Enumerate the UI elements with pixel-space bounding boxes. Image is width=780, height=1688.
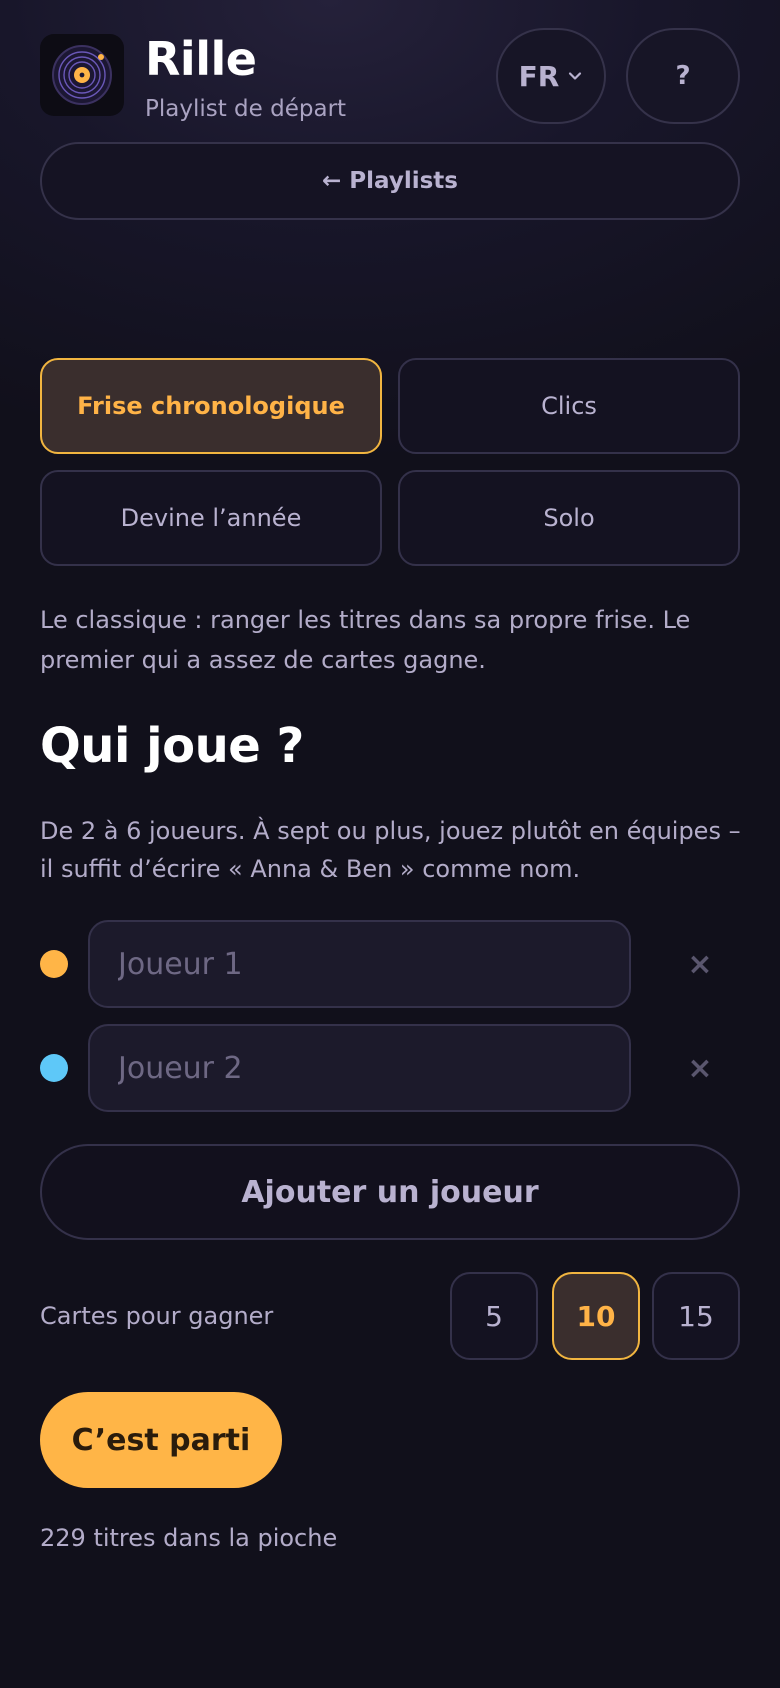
- cards-option-15[interactable]: 15: [652, 1272, 740, 1360]
- remove-player-button[interactable]: ×: [680, 944, 720, 984]
- vinyl-record-icon: [40, 34, 124, 116]
- remove-player-button[interactable]: ×: [680, 1048, 720, 1088]
- players-description: De 2 à 6 joueurs. À sept ou plus, jouez …: [40, 817, 741, 883]
- add-player-button[interactable]: Ajouter un joueur: [40, 1144, 740, 1240]
- back-to-playlists-button[interactable]: ← Playlists: [40, 142, 740, 220]
- close-icon: ×: [687, 946, 713, 982]
- player-row: ×: [40, 920, 740, 1008]
- playlist-subtitle: Playlist de départ: [145, 96, 347, 122]
- player-name-input[interactable]: [88, 1024, 631, 1112]
- player-color-dot: [40, 950, 68, 978]
- cards-option-5[interactable]: 5: [450, 1272, 538, 1360]
- player-name-input[interactable]: [88, 920, 631, 1008]
- mode-timeline[interactable]: Frise chronologique: [40, 358, 382, 454]
- chevron-down-icon: [569, 72, 582, 80]
- language-selector[interactable]: FR: [496, 28, 606, 124]
- language-label: FR: [518, 59, 560, 93]
- setup-screen: Rille Playlist de départ FR ? ← Playlist…: [0, 0, 780, 1688]
- cards-option-10[interactable]: 10: [552, 1272, 640, 1360]
- mode-description: Le classique : ranger les titres dans sa…: [40, 606, 691, 674]
- help-icon: ?: [675, 61, 691, 91]
- mode-solo[interactable]: Solo: [398, 470, 740, 566]
- cards-to-win-label: Cartes pour gagner: [40, 1302, 274, 1330]
- mode-guess-year[interactable]: Devine l’année: [40, 470, 382, 566]
- player-color-dot: [40, 1054, 68, 1082]
- start-game-button[interactable]: C’est parti: [40, 1392, 282, 1488]
- close-icon: ×: [687, 1050, 713, 1086]
- app-title: Rille: [145, 32, 257, 86]
- help-button[interactable]: ?: [626, 28, 740, 124]
- player-row: ×: [40, 1024, 740, 1112]
- mode-clicks[interactable]: Clics: [398, 358, 740, 454]
- deck-count: 229 titres dans la pioche: [40, 1524, 338, 1552]
- players-title: Qui joue ?: [40, 718, 304, 774]
